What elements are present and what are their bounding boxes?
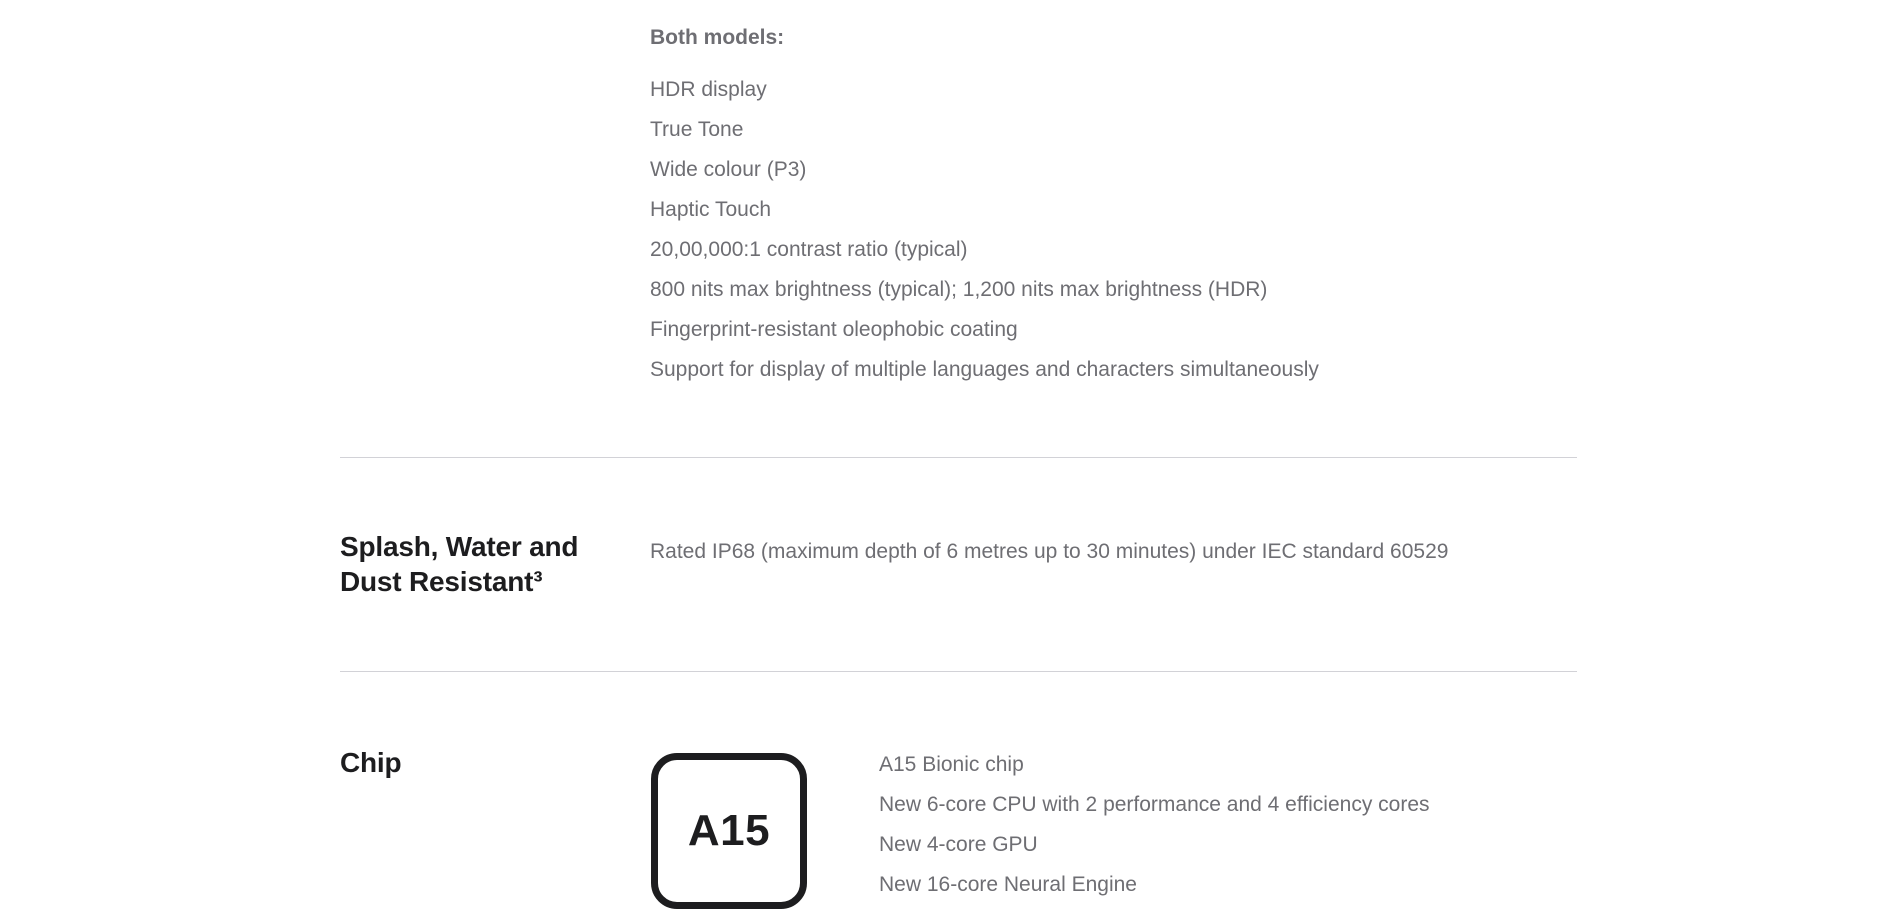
chip-spec-list: A15 Bionic chip New 6-core CPU with 2 pe… — [879, 745, 1430, 905]
list-item: New 6-core CPU with 2 performance and 4 … — [879, 793, 1430, 816]
tech-specs-page: Both models: HDR display True Tone Wide … — [340, 0, 1577, 918]
list-item: 20,00,000:1 contrast ratio (typical) — [650, 238, 968, 261]
list-item: Support for display of multiple language… — [650, 358, 1319, 381]
heading-line: Dust Resistant³ — [340, 566, 543, 597]
list-item: 800 nits max brightness (typical); 1,200… — [650, 278, 1268, 301]
display-subhead: Both models: — [650, 26, 785, 49]
list-item: A15 Bionic chip — [879, 753, 1024, 776]
list-item: Fingerprint-resistant oleophobic coating — [650, 318, 1018, 341]
a15-chip-icon: A15 — [651, 753, 807, 909]
list-item: New 16-core Neural Engine — [879, 873, 1137, 896]
display-spec-list: HDR display True Tone Wide colour (P3) H… — [650, 70, 1319, 390]
list-item: HDR display — [650, 78, 767, 101]
chip-icon-label: A15 — [687, 806, 771, 855]
section-divider — [340, 457, 1577, 458]
list-item: New 4-core GPU — [879, 833, 1038, 856]
water-resistance-text: Rated IP68 (maximum depth of 6 metres up… — [650, 540, 1449, 563]
section-heading-chip: Chip — [340, 747, 402, 778]
list-item: True Tone — [650, 118, 744, 141]
heading-line: Splash, Water and — [340, 531, 579, 562]
list-item: Haptic Touch — [650, 198, 772, 221]
section-heading-water-resistance: Splash, Water and Dust Resistant³ — [340, 529, 578, 599]
section-divider — [340, 671, 1577, 672]
list-item: Wide colour (P3) — [650, 158, 807, 181]
